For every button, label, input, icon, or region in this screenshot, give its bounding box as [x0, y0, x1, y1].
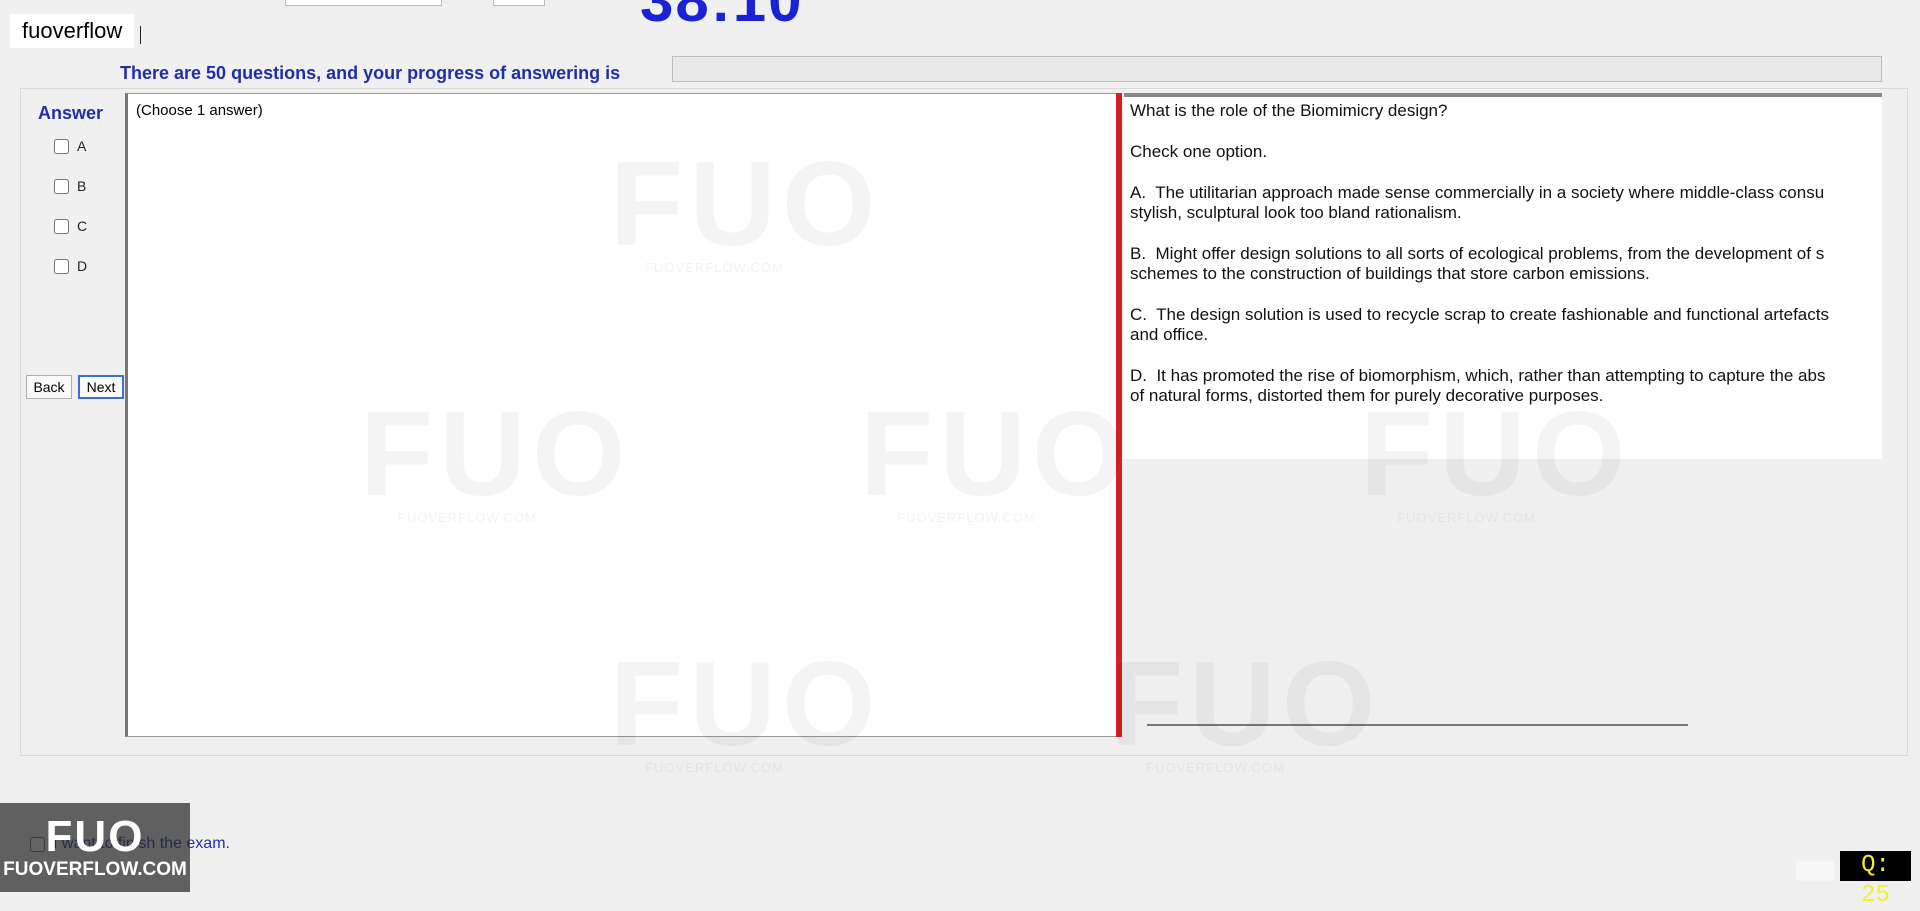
- question-pane: What is the role of the Biomimicry desig…: [1124, 93, 1882, 459]
- answer-checkbox-b[interactable]: [54, 178, 69, 194]
- pane-splitter[interactable]: [1116, 93, 1122, 737]
- answer-option-a[interactable]: A: [54, 138, 86, 154]
- exam-timer: 38:10: [640, 0, 804, 34]
- question-option-c: C. The design solution is used to recycl…: [1130, 305, 1829, 344]
- progress-bar: [672, 56, 1882, 82]
- next-button[interactable]: Next: [78, 375, 124, 399]
- back-button[interactable]: Back: [26, 375, 72, 399]
- answer-checkbox-c[interactable]: [54, 218, 69, 234]
- answer-pane: (Choose 1 answer): [125, 93, 1117, 737]
- progress-label: There are 50 questions, and your progres…: [120, 63, 621, 83]
- answer-option-b[interactable]: B: [54, 178, 86, 194]
- status-box: [1796, 861, 1834, 881]
- logo-sub-text: FUOVERFLOW.COM: [3, 858, 187, 880]
- question-text-block: What is the role of the Biomimicry desig…: [1130, 101, 1882, 427]
- text-caret: [140, 26, 141, 44]
- fuoverflow-logo: FUO FUOVERFLOW.COM: [0, 803, 190, 892]
- watermark-text: FUOVERFLOW.COM: [1146, 760, 1285, 775]
- answer-option-label: B: [77, 178, 87, 194]
- question-pane-lower: [1124, 459, 1882, 737]
- brand-tag: fuoverflow: [10, 14, 135, 48]
- question-option-b: B. Might offer design solutions to all s…: [1130, 244, 1825, 283]
- horizontal-scrollbar[interactable]: [1147, 724, 1688, 726]
- answer-option-label: D: [77, 258, 88, 274]
- question-option-d: D. It has promoted the rise of biomorphi…: [1130, 366, 1826, 405]
- question-number-badge: Q: 25: [1840, 851, 1911, 909]
- answer-option-label: C: [77, 218, 88, 234]
- top-input-box[interactable]: [285, 0, 442, 6]
- watermark-text: FUOVERFLOW.COM: [645, 760, 784, 775]
- choose-instruction: (Choose 1 answer): [136, 102, 263, 119]
- question-title: What is the role of the Biomimicry desig…: [1130, 101, 1448, 120]
- answer-checkbox-d[interactable]: [54, 258, 69, 274]
- answer-checkbox-a[interactable]: [54, 138, 69, 154]
- top-small-box[interactable]: [493, 0, 545, 6]
- answer-option-c[interactable]: C: [54, 218, 87, 234]
- question-option-a: A. The utilitarian approach made sense c…: [1130, 183, 1825, 222]
- answer-title: Answer: [38, 103, 104, 123]
- logo-main-text: FUO: [45, 811, 145, 861]
- question-check-instruction: Check one option.: [1130, 142, 1268, 161]
- answer-option-label: A: [77, 138, 87, 154]
- answer-option-d[interactable]: D: [54, 258, 87, 274]
